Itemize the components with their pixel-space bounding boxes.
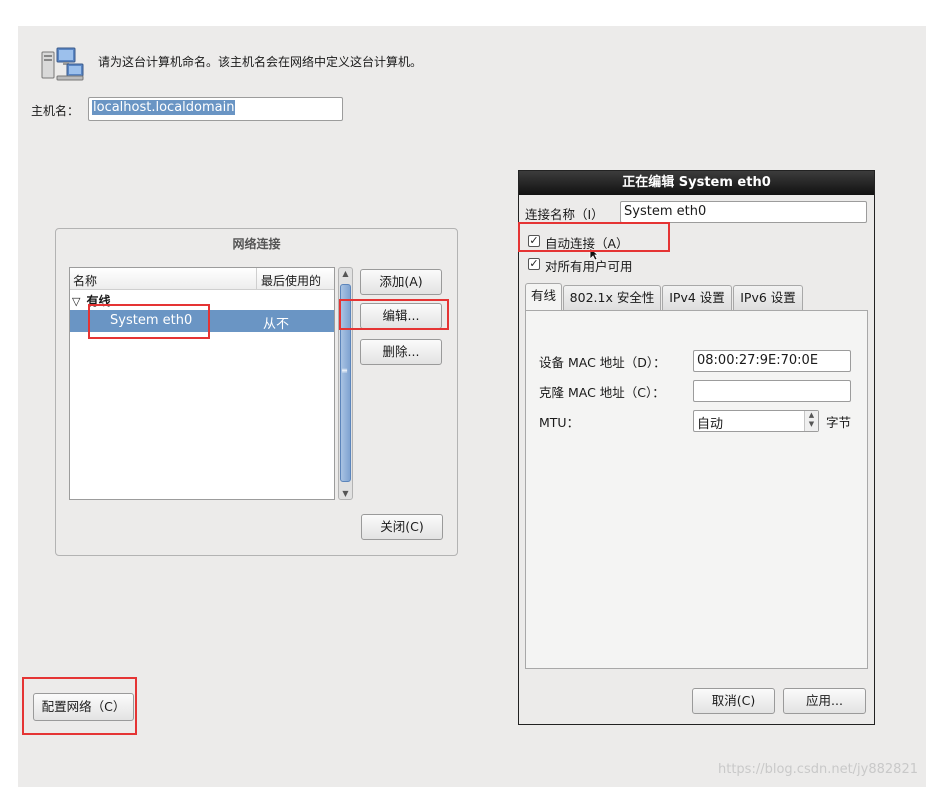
- dialog-title: 正在编辑 System eth0: [519, 171, 874, 195]
- edit-connection-dialog: 正在编辑 System eth0 连接名称（I） System eth0 ✓ 自…: [518, 170, 875, 725]
- column-last-used-header[interactable]: 最后使用的: [261, 272, 321, 289]
- wired-tab-panel: 设备 MAC 地址（D）： 08:00:27:9E:70:0E 克隆 MAC 地…: [525, 310, 868, 669]
- network-connections-window: 网络连接 名称 最后使用的 ▽ 有线 System eth0 从不 ▲ ≡ ▼ 添…: [55, 228, 458, 556]
- network-window-title: 网络连接: [232, 237, 281, 251]
- grip-icon: ≡: [341, 366, 348, 375]
- connection-last-used: 从不: [263, 317, 290, 332]
- connection-name-input[interactable]: System eth0: [620, 201, 867, 223]
- tab-8021x-security[interactable]: 802.1x 安全性: [563, 285, 661, 310]
- highlight-box-configure: [22, 677, 137, 735]
- highlight-box-auto-connect: [518, 222, 670, 252]
- expander-down-icon[interactable]: ▽: [72, 295, 80, 308]
- cloned-mac-input[interactable]: [693, 380, 851, 402]
- delete-button[interactable]: 删除...: [360, 339, 442, 365]
- column-name-header[interactable]: 名称: [73, 272, 97, 289]
- scroll-up-icon[interactable]: ▲: [339, 269, 352, 278]
- network-computers-icon: [41, 47, 84, 81]
- mtu-unit: 字节: [826, 415, 852, 430]
- mtu-value: 自动: [697, 417, 724, 432]
- mtu-label: MTU：: [539, 415, 580, 430]
- add-button[interactable]: 添加(A): [360, 269, 442, 295]
- cloned-mac-label: 克隆 MAC 地址（C）：: [539, 385, 665, 400]
- list-header: 名称 最后使用的: [70, 268, 334, 290]
- column-divider: [256, 268, 257, 290]
- tab-ipv4-settings[interactable]: IPv4 设置: [662, 285, 732, 310]
- highlight-box-connection: [88, 304, 210, 339]
- close-button[interactable]: 关闭(C): [361, 514, 443, 540]
- mtu-spinbox[interactable]: 自动 ▲ ▼: [693, 410, 819, 432]
- hostname-input[interactable]: localhost.localdomain: [88, 97, 343, 121]
- tab-ipv6-settings[interactable]: IPv6 设置: [733, 285, 803, 310]
- hostname-value: localhost.localdomain: [92, 100, 236, 115]
- hostname-label: 主机名：: [31, 104, 80, 118]
- device-mac-label: 设备 MAC 地址（D）：: [539, 355, 666, 370]
- device-mac-input[interactable]: 08:00:27:9E:70:0E: [693, 350, 851, 372]
- connection-list[interactable]: 名称 最后使用的 ▽ 有线 System eth0 从不: [69, 267, 335, 500]
- all-users-checkbox[interactable]: ✓: [528, 258, 540, 270]
- scroll-down-icon[interactable]: ▼: [339, 489, 352, 498]
- highlight-box-edit: [339, 299, 449, 330]
- hostname-instruction: 请为这台计算机命名。该主机名会在网络中定义这台计算机。: [98, 55, 423, 69]
- tab-wired[interactable]: 有线: [525, 283, 562, 310]
- watermark: https://blog.csdn.net/jy882821: [718, 762, 918, 777]
- apply-button[interactable]: 应用...: [783, 688, 866, 714]
- connection-name-label: 连接名称（I）: [525, 207, 604, 222]
- all-users-label[interactable]: 对所有用户可用: [545, 256, 633, 275]
- spin-arrows-icon[interactable]: ▲ ▼: [804, 411, 818, 431]
- installer-page: 请为这台计算机命名。该主机名会在网络中定义这台计算机。 主机名： localho…: [18, 26, 926, 787]
- cancel-button[interactable]: 取消(C): [692, 688, 775, 714]
